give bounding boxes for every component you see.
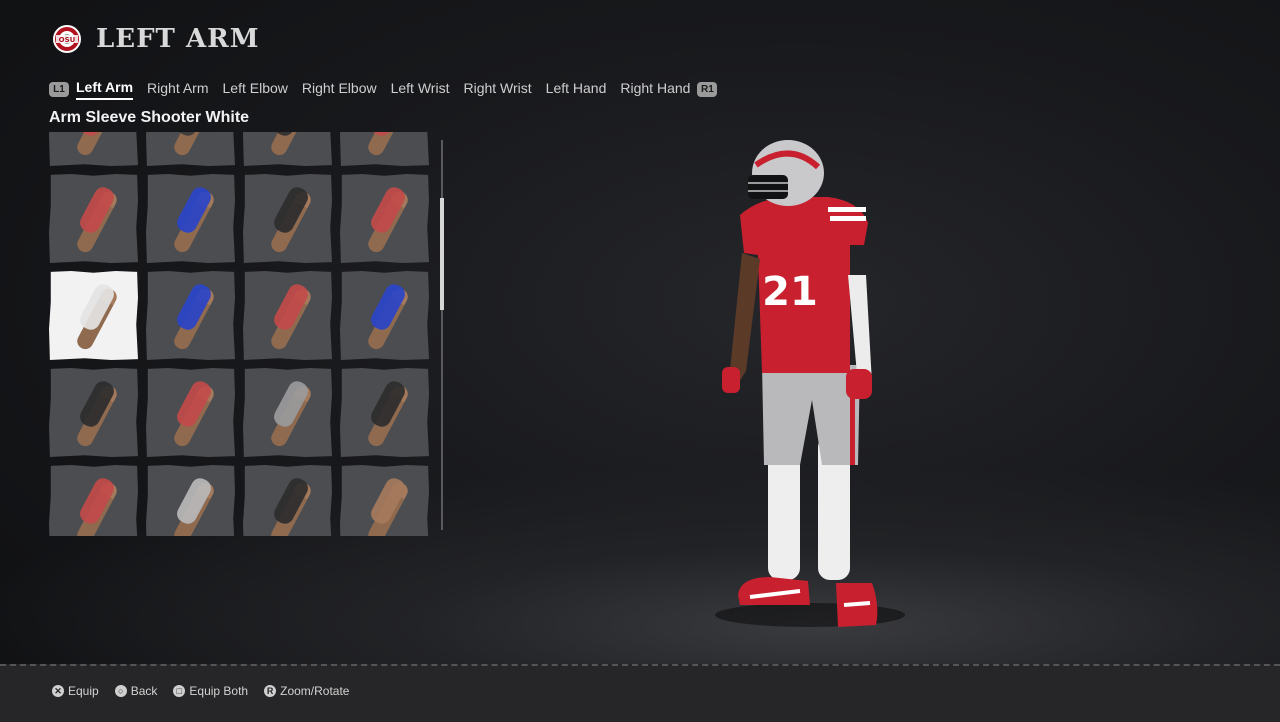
grid-scrollbar[interactable] [440, 140, 444, 530]
category-tabs: L1 Left Arm Right Arm Left Elbow Right E… [49, 78, 718, 100]
gear-tile[interactable] [49, 132, 138, 166]
gear-grid [49, 132, 433, 536]
tab-left-hand[interactable]: Left Hand [546, 80, 607, 99]
square-button-icon: □ [173, 685, 186, 697]
gear-tile[interactable] [243, 368, 332, 457]
rstick-button-icon: R [264, 685, 277, 697]
tab-right-arm[interactable]: Right Arm [147, 80, 208, 99]
cross-button-icon: ✕ [52, 685, 64, 697]
gear-tile[interactable] [340, 368, 429, 457]
r1-bumper-icon[interactable]: R1 [697, 81, 718, 97]
hint-label: Equip [68, 684, 99, 698]
gear-tile[interactable] [49, 368, 138, 457]
gear-tile[interactable] [243, 465, 332, 536]
gear-tile[interactable] [340, 132, 429, 166]
ohio-state-logo-icon: OSU [52, 24, 82, 54]
arm-preview [365, 132, 411, 158]
page-header: OSU LEFT ARM [52, 22, 260, 56]
arm-preview [268, 132, 314, 158]
tab-right-elbow[interactable]: Right Elbow [302, 80, 377, 99]
hint-back[interactable]: ○ Back [114, 684, 158, 698]
tab-right-hand[interactable]: Right Hand [620, 80, 690, 99]
hint-label: Equip Both [189, 684, 249, 698]
hint-equip-both[interactable]: □ Equip Both [173, 684, 248, 698]
circle-button-icon: ○ [114, 685, 127, 697]
gear-tile[interactable] [340, 465, 429, 536]
tab-left-wrist[interactable]: Left Wrist [391, 80, 450, 99]
gear-tile[interactable] [49, 465, 138, 536]
gear-tile[interactable] [146, 465, 235, 536]
gear-tile[interactable] [146, 271, 235, 360]
gear-tile[interactable] [243, 174, 332, 263]
gear-tile[interactable] [49, 174, 138, 263]
tab-left-elbow[interactable]: Left Elbow [223, 80, 288, 99]
selected-item-name: Arm Sleeve Shooter White [49, 109, 250, 126]
button-hints: ✕ Equip ○ Back □ Equip Both R Zoom/Rotat… [52, 684, 365, 698]
gear-tile[interactable] [340, 271, 429, 360]
gear-tile[interactable] [146, 132, 235, 166]
scrollbar-thumb[interactable] [440, 198, 444, 310]
hint-label: Zoom/Rotate [280, 684, 350, 698]
l1-bumper-icon[interactable]: L1 [49, 81, 69, 97]
tab-right-wrist[interactable]: Right Wrist [463, 80, 531, 99]
page-title: LEFT ARM [96, 24, 260, 54]
player-model[interactable]: 21 [700, 135, 920, 635]
hint-label: Back [130, 684, 158, 698]
gear-tile[interactable] [243, 132, 332, 166]
gear-tile[interactable] [146, 174, 235, 263]
arm-preview [171, 132, 217, 158]
svg-text:OSU: OSU [59, 36, 76, 44]
tab-left-arm[interactable]: Left Arm [76, 79, 134, 100]
gear-tile[interactable] [49, 271, 138, 360]
gear-tile[interactable] [243, 271, 332, 360]
arm-preview [74, 132, 120, 158]
gear-tile[interactable] [340, 174, 429, 263]
hint-equip[interactable]: ✕ Equip [52, 684, 99, 698]
jersey-number: 21 [762, 269, 818, 315]
gear-tile[interactable] [146, 368, 235, 457]
hint-zoom-rotate[interactable]: R Zoom/Rotate [264, 684, 349, 698]
